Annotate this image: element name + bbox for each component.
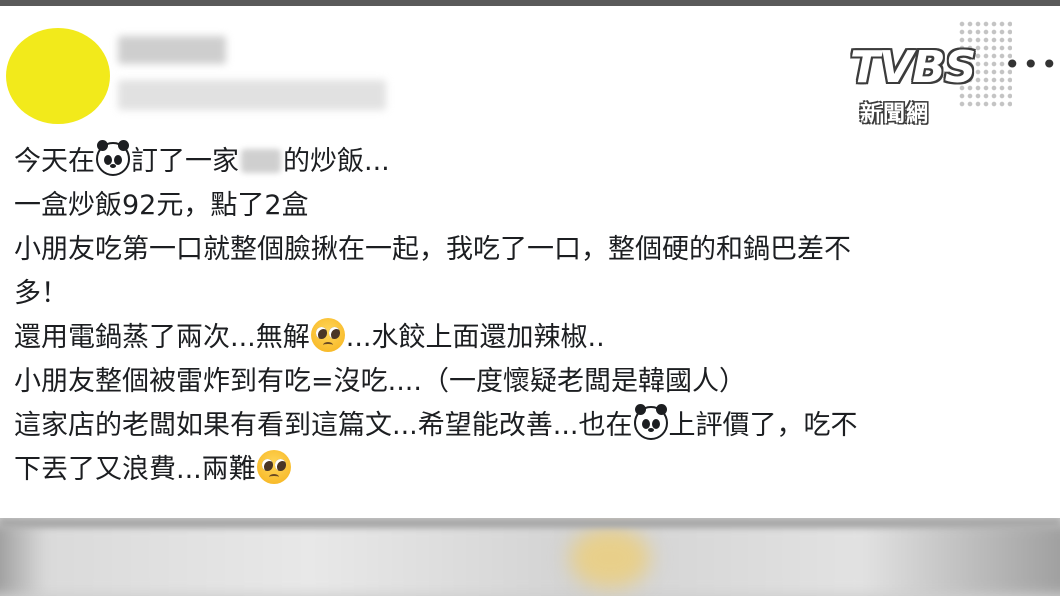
- panda-emoji-icon: [633, 404, 668, 440]
- redacted-shop-name: [241, 149, 281, 173]
- post-line-7: 這家店的老闆如果有看到這篇文...希望能改善...也在 上評價了，吃不: [14, 404, 1060, 448]
- post-line-8: 下丟了又浪費...兩難: [14, 448, 1060, 492]
- panda-emoji-icon: [96, 140, 130, 176]
- author-avatar[interactable]: [6, 28, 110, 124]
- logo-brand-text: TVBS: [850, 42, 976, 93]
- logo-subtitle: 新聞網: [860, 102, 930, 127]
- post-line-1: 今天在 訂了一家 的炒飯...: [14, 140, 1060, 184]
- post-line-5: 還用電鍋蒸了兩次...無解 ...水餃上面還加辣椒..: [14, 316, 1060, 360]
- line-7-text-a: 這家店的老闆如果有看到這篇文...希望能改善...也在: [14, 410, 633, 441]
- pleading-face-emoji-icon: [310, 318, 345, 352]
- line-1-text-b: 訂了一家: [131, 146, 239, 177]
- post-line-6: 小朋友整個被雷炸到有吃=沒吃....（一度懷疑老闆是韓國人）: [14, 366, 746, 397]
- post-meta-redacted: [118, 80, 386, 110]
- line-5-text-b: ...水餃上面還加辣椒..: [345, 322, 605, 353]
- pleading-face-emoji-icon: [256, 450, 291, 484]
- line-8-text-a: 下丟了又浪費...兩難: [14, 454, 256, 485]
- post-line-2: 一盒炒飯92元，點了2盒: [14, 190, 309, 221]
- post-card: TVBS 新聞網 ••• 今天在 訂了一家 的炒飯... 一盒炒飯92元，點了2盒 …: [0, 6, 1060, 518]
- tvbs-watermark-logo: TVBS 新聞網: [850, 20, 1012, 127]
- line-1-text-a: 今天在: [14, 146, 95, 177]
- author-name-redacted[interactable]: [118, 36, 226, 64]
- more-options-icon[interactable]: •••: [1004, 48, 1060, 81]
- line-1-text-c: 的炒飯...: [283, 146, 390, 177]
- post-line-3: 小朋友吃第一口就整個臉揪在一起，我吃了一口，整個硬的和鍋巴差不: [14, 234, 851, 265]
- line-7-text-b: 上評價了，吃不: [668, 410, 858, 441]
- line-5-text-a: 還用電鍋蒸了兩次...無解: [14, 322, 310, 353]
- post-line-4: 多！: [14, 278, 68, 309]
- post-text: 今天在 訂了一家 的炒飯... 一盒炒飯92元，點了2盒 小朋友吃第一口就整個臉揪在…: [14, 140, 1060, 492]
- blurred-background-strip: [0, 518, 1060, 596]
